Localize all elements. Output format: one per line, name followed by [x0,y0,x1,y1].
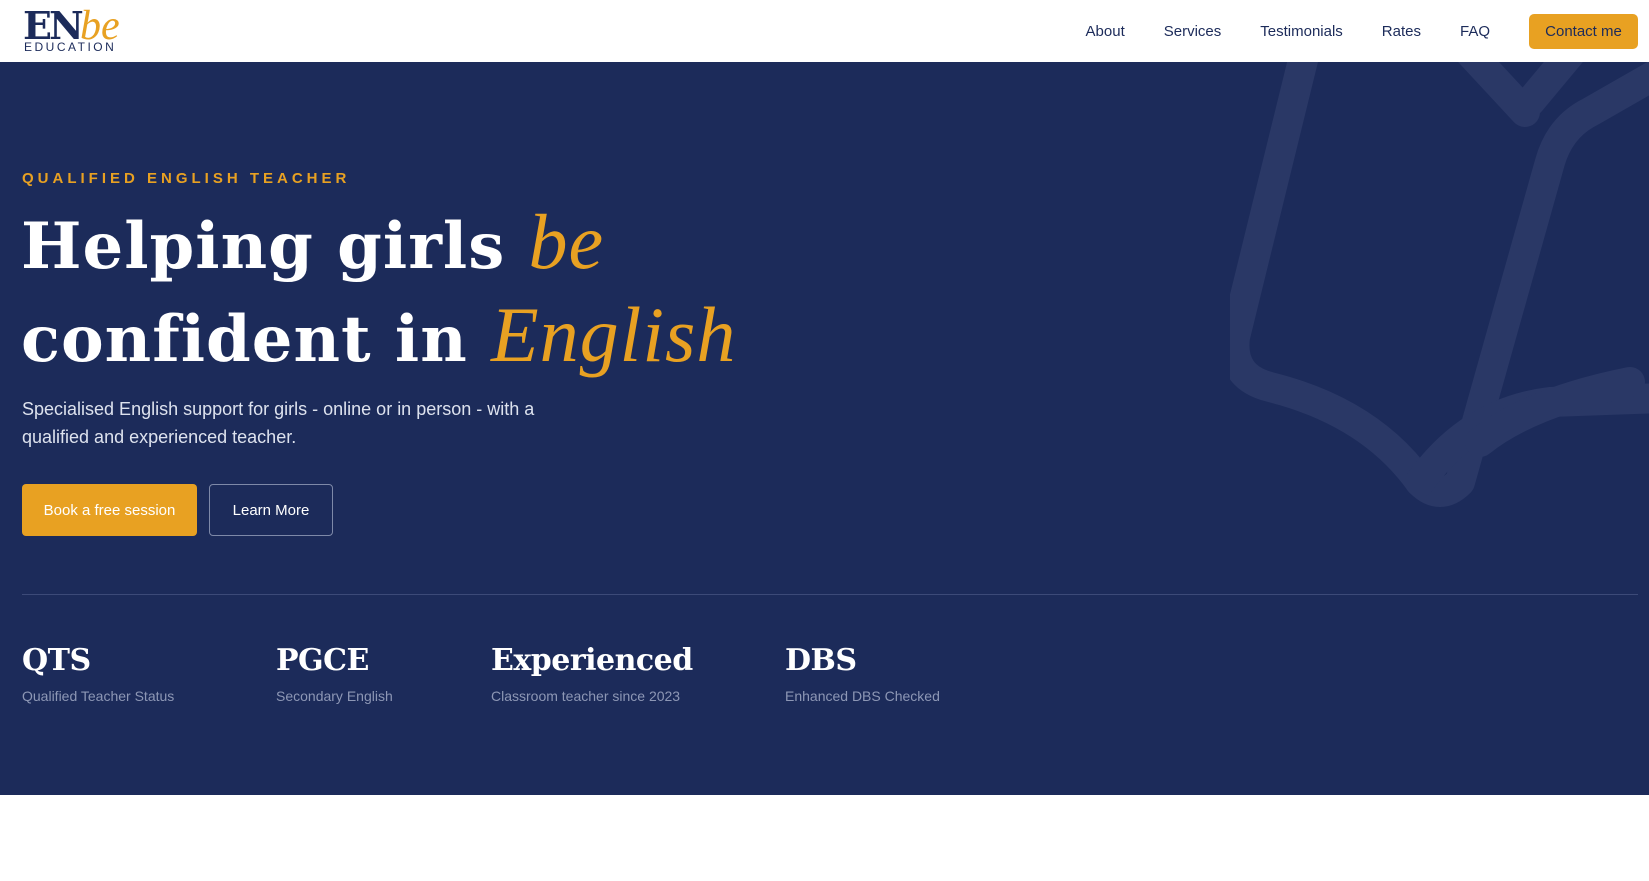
headline-accent-1: be [528,198,605,285]
hero-subtext: Specialised English support for girls - … [22,399,535,447]
stat-description: Secondary English [276,688,393,704]
nav-about[interactable]: About [1086,23,1125,40]
headline-text-2: confident in [21,302,491,377]
contact-me-button[interactable]: Contact me [1529,13,1638,49]
stat-pgce: PGCE Secondary English [276,642,393,704]
hero-divider [22,594,1638,595]
headline-line-2: confident in English [21,291,736,378]
stat-description: Classroom teacher since 2023 [491,688,681,704]
enbe-education-logo[interactable]: EN be EDUCATION [23,4,133,56]
open-book-icon [1230,62,1649,507]
site-header: EN be EDUCATION About Services Testimoni… [0,0,1649,62]
learn-more-button[interactable]: Learn More [209,484,333,536]
nav-faq[interactable]: FAQ [1460,23,1490,40]
hero-eyebrow: QUALIFIED ENGLISH TEACHER [22,170,351,187]
headline-text-1: Helping girls [21,209,529,284]
logo-subtitle: EDUCATION [24,40,117,54]
stat-title: Experienced [491,643,693,678]
nav-services[interactable]: Services [1164,23,1222,40]
stat-title: QTS [22,643,91,678]
stat-description: Qualified Teacher Status [22,688,175,704]
stat-title: DBS [785,643,857,678]
headline-line-1: Helping girls be [21,198,604,285]
stat-dbs: DBS Enhanced DBS Checked [785,642,940,704]
stat-title: PGCE [276,643,369,678]
stat-description: Enhanced DBS Checked [785,688,940,704]
main-navigation: About Services Testimonials Rates FAQ Co… [1086,0,1649,62]
stat-experienced: Experienced Classroom teacher since 2023 [491,642,693,704]
nav-rates[interactable]: Rates [1382,23,1421,40]
hero-headline: Helping girls be confident in English [21,198,736,384]
stat-qts: QTS Qualified Teacher Status [22,642,174,704]
book-free-session-button[interactable]: Book a free session [22,484,197,536]
hero-section: QUALIFIED ENGLISH TEACHER Helping girls … [0,62,1649,795]
nav-testimonials[interactable]: Testimonials [1260,23,1343,40]
headline-accent-2: English [491,291,737,378]
